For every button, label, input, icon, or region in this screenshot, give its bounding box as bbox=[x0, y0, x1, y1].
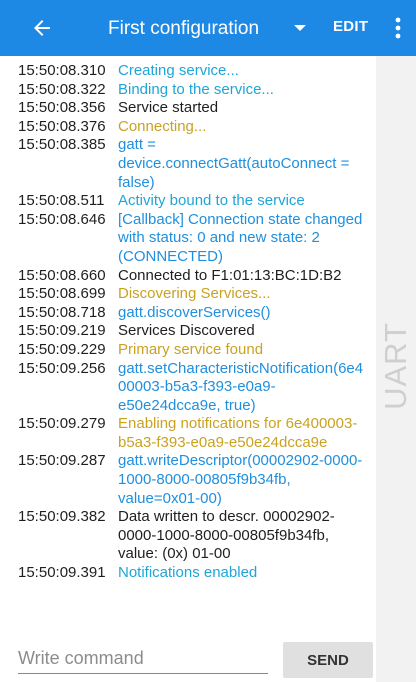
log-entry: 15:50:09.219 Services Discovered bbox=[0, 322, 376, 341]
log-entry: 15:50:09.382 Data written to descr. 00002… bbox=[0, 508, 376, 564]
send-button[interactable]: SEND bbox=[283, 642, 373, 678]
log-entry: 15:50:08.356 Service started bbox=[0, 99, 376, 118]
log-entry: 15:50:08.646 [Callback] Connection state … bbox=[0, 211, 376, 267]
log-timestamp: 15:50:09.391 bbox=[18, 564, 106, 582]
command-bar: SEND bbox=[0, 638, 376, 682]
more-vert-icon[interactable] bbox=[386, 15, 410, 41]
log-message: gatt.discoverServices() bbox=[118, 303, 271, 321]
log-entry: 15:50:08.385 gatt = device.connectGatt(au… bbox=[0, 136, 376, 192]
log-entry: 15:50:09.229 Primary service found bbox=[0, 341, 376, 360]
log-view[interactable]: 15:50:08.310 Creating service... 15:50:08.… bbox=[0, 56, 376, 638]
log-message: Notifications enabled bbox=[118, 564, 258, 582]
log-timestamp: 15:50:09.229 bbox=[18, 340, 106, 358]
log-message: Data written to descr. 00002902-0000-100… bbox=[118, 508, 335, 563]
log-message: Connecting... bbox=[118, 117, 207, 135]
log-message: [Callback] Connection state changed with… bbox=[118, 210, 363, 265]
log-timestamp: 15:50:08.356 bbox=[18, 99, 106, 117]
log-timestamp: 15:50:09.219 bbox=[18, 322, 106, 340]
uart-side-panel[interactable]: UART bbox=[376, 56, 416, 682]
log-entry: 15:50:09.287 gatt.writeDescriptor(0000290… bbox=[0, 452, 376, 508]
log-timestamp: 15:50:09.279 bbox=[18, 415, 106, 433]
log-entry: 15:50:08.718 gatt.discoverServices() bbox=[0, 304, 376, 323]
log-message: Discovering Services... bbox=[118, 285, 271, 303]
log-message: gatt = device.connectGatt(autoConnect = … bbox=[118, 136, 350, 191]
uart-label: UART bbox=[378, 322, 413, 410]
log-message: Creating service... bbox=[118, 62, 239, 79]
log-entry: 15:50:09.279 Enabling notifications for 6… bbox=[0, 415, 376, 452]
log-message: Activity bound to the service bbox=[118, 192, 305, 210]
edit-button[interactable]: EDIT bbox=[333, 18, 368, 35]
log-message: gatt.writeDescriptor(00002902-0000-1000-… bbox=[118, 452, 363, 507]
log-timestamp: 15:50:09.287 bbox=[18, 452, 106, 470]
log-list: 15:50:08.310 Creating service... 15:50:08.… bbox=[0, 62, 376, 583]
command-input[interactable] bbox=[18, 644, 268, 674]
arrow-back-icon[interactable] bbox=[30, 16, 54, 40]
log-timestamp: 15:50:08.511 bbox=[18, 192, 105, 210]
app-bar: First configuration EDIT bbox=[0, 0, 416, 56]
log-timestamp: 15:50:09.256 bbox=[18, 359, 106, 377]
log-message: Connected to F1:01:13:BC:1D:B2 bbox=[118, 266, 342, 284]
configuration-title[interactable]: First configuration bbox=[108, 17, 259, 41]
log-timestamp: 15:50:08.646 bbox=[18, 210, 106, 228]
log-message: Services Discovered bbox=[118, 322, 255, 340]
log-entry: 15:50:08.699 Discovering Services... bbox=[0, 285, 376, 304]
log-entry: 15:50:08.376 Connecting... bbox=[0, 118, 376, 137]
caret-down-icon[interactable] bbox=[292, 20, 308, 36]
log-timestamp: 15:50:08.376 bbox=[18, 117, 106, 135]
log-timestamp: 15:50:08.322 bbox=[18, 80, 106, 98]
log-entry: 15:50:09.391 Notifications enabled bbox=[0, 564, 376, 583]
log-entry: 15:50:08.310 Creating service... bbox=[0, 62, 376, 81]
app-root: First configuration EDIT 15:50:08.310 Cre… bbox=[0, 0, 416, 682]
log-entry: 15:50:08.660 Connected to F1:01:13:BC:1D:… bbox=[0, 267, 376, 286]
log-message: Binding to the service... bbox=[118, 80, 274, 98]
log-timestamp: 15:50:08.660 bbox=[18, 266, 106, 284]
log-timestamp: 15:50:08.385 bbox=[18, 136, 106, 154]
log-message: Primary service found bbox=[118, 340, 264, 358]
log-message: Service started bbox=[118, 99, 219, 117]
log-message: gatt.setCharacteristicNotification(6e400… bbox=[118, 359, 364, 414]
log-entry: 15:50:08.322 Binding to the service... bbox=[0, 81, 376, 100]
log-timestamp: 15:50:08.310 bbox=[18, 62, 106, 79]
log-timestamp: 15:50:08.718 bbox=[18, 303, 106, 321]
log-timestamp: 15:50:08.699 bbox=[18, 285, 106, 303]
log-entry: 15:50:09.256 gatt.setCharacteristicNotifi… bbox=[0, 360, 376, 416]
log-message: Enabling notifications for 6e400003-b5a3… bbox=[118, 415, 358, 451]
log-entry: 15:50:08.511 Activity bound to the servic… bbox=[0, 192, 376, 211]
log-timestamp: 15:50:09.382 bbox=[18, 508, 106, 526]
